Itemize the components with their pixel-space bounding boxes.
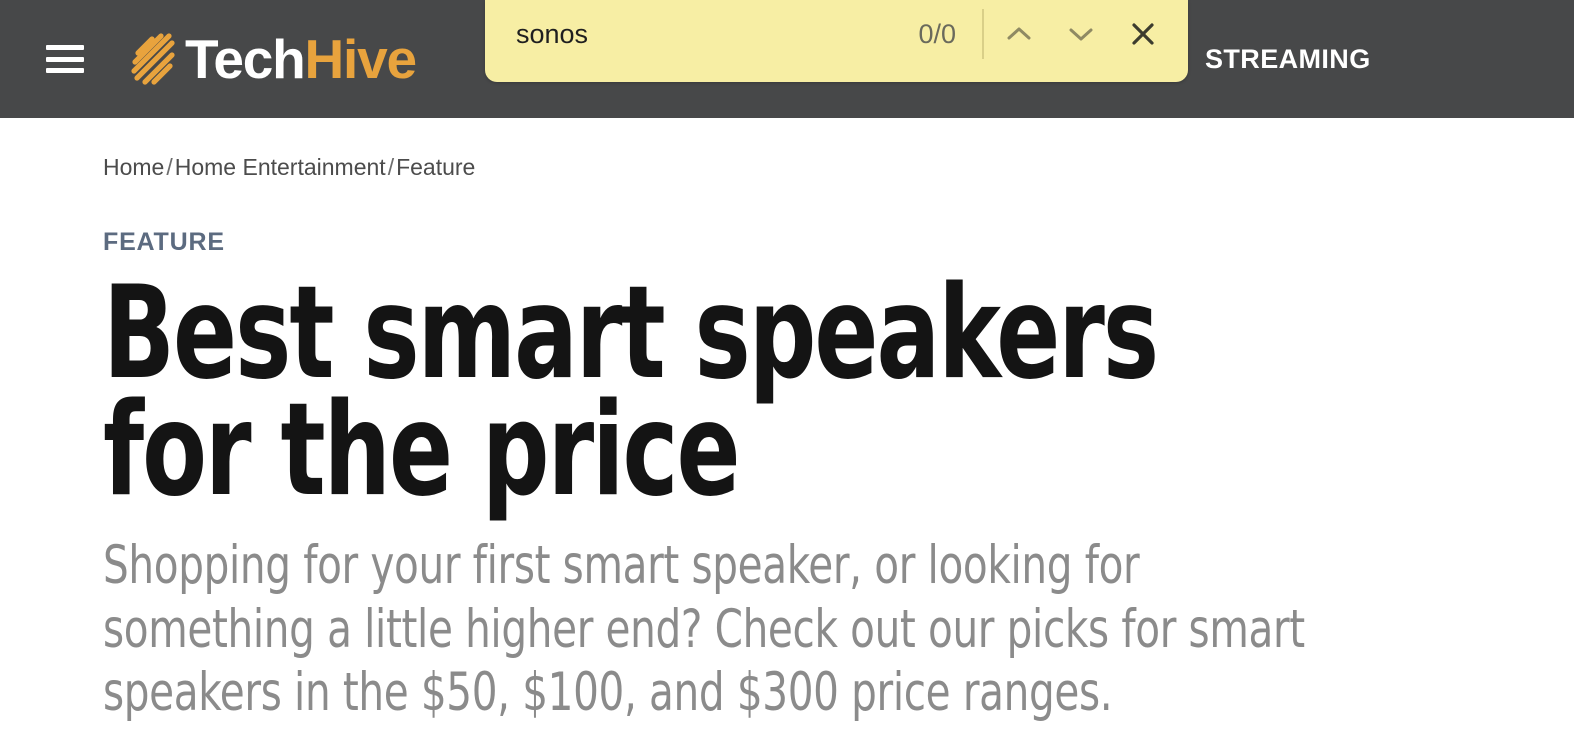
site-logo-link[interactable]: TechHive — [130, 31, 417, 87]
logo-text-tech: Tech — [185, 27, 306, 90]
breadcrumb-item-feature[interactable]: Feature — [396, 154, 475, 180]
find-divider — [982, 9, 984, 59]
logo-text-hive: Hive — [304, 27, 418, 90]
breadcrumb-separator-1: / — [166, 154, 173, 180]
find-match-count: 0/0 — [918, 18, 956, 49]
hamburger-bar-1 — [46, 45, 84, 50]
find-input[interactable] — [516, 18, 919, 50]
breadcrumb: Home/Home Entertainment/Feature — [103, 154, 1574, 182]
breadcrumb-item-home[interactable]: Home — [103, 154, 164, 180]
chevron-down-icon — [1069, 28, 1093, 41]
chevron-up-icon — [1007, 27, 1031, 40]
article-header-block: Home/Home Entertainment/Feature FEATURE … — [0, 118, 1574, 725]
section-label-streaming[interactable]: STREAMING — [1205, 44, 1371, 75]
hamburger-bar-3 — [46, 68, 84, 73]
find-in-page-bar: 0/0 — [485, 0, 1188, 82]
article-deck: Shopping for your first smart speaker, o… — [103, 535, 1305, 724]
close-x-icon — [1132, 23, 1154, 45]
site-header: TechHive STREAMING 0/0 — [0, 0, 1574, 118]
find-next-button[interactable] — [1050, 5, 1112, 63]
find-previous-button[interactable] — [988, 5, 1050, 63]
hamburger-bar-2 — [46, 56, 84, 62]
hamburger-menu-icon[interactable] — [46, 39, 86, 79]
techhive-logo-icon — [131, 33, 175, 85]
breadcrumb-item-home-entertainment[interactable]: Home Entertainment — [175, 154, 386, 180]
find-close-button[interactable] — [1112, 5, 1174, 63]
article-kicker[interactable]: FEATURE — [103, 229, 225, 255]
breadcrumb-separator-2: / — [387, 154, 395, 180]
site-logo-text: TechHive — [185, 31, 417, 87]
page-title: Best smart speakers for the price — [103, 258, 1159, 526]
